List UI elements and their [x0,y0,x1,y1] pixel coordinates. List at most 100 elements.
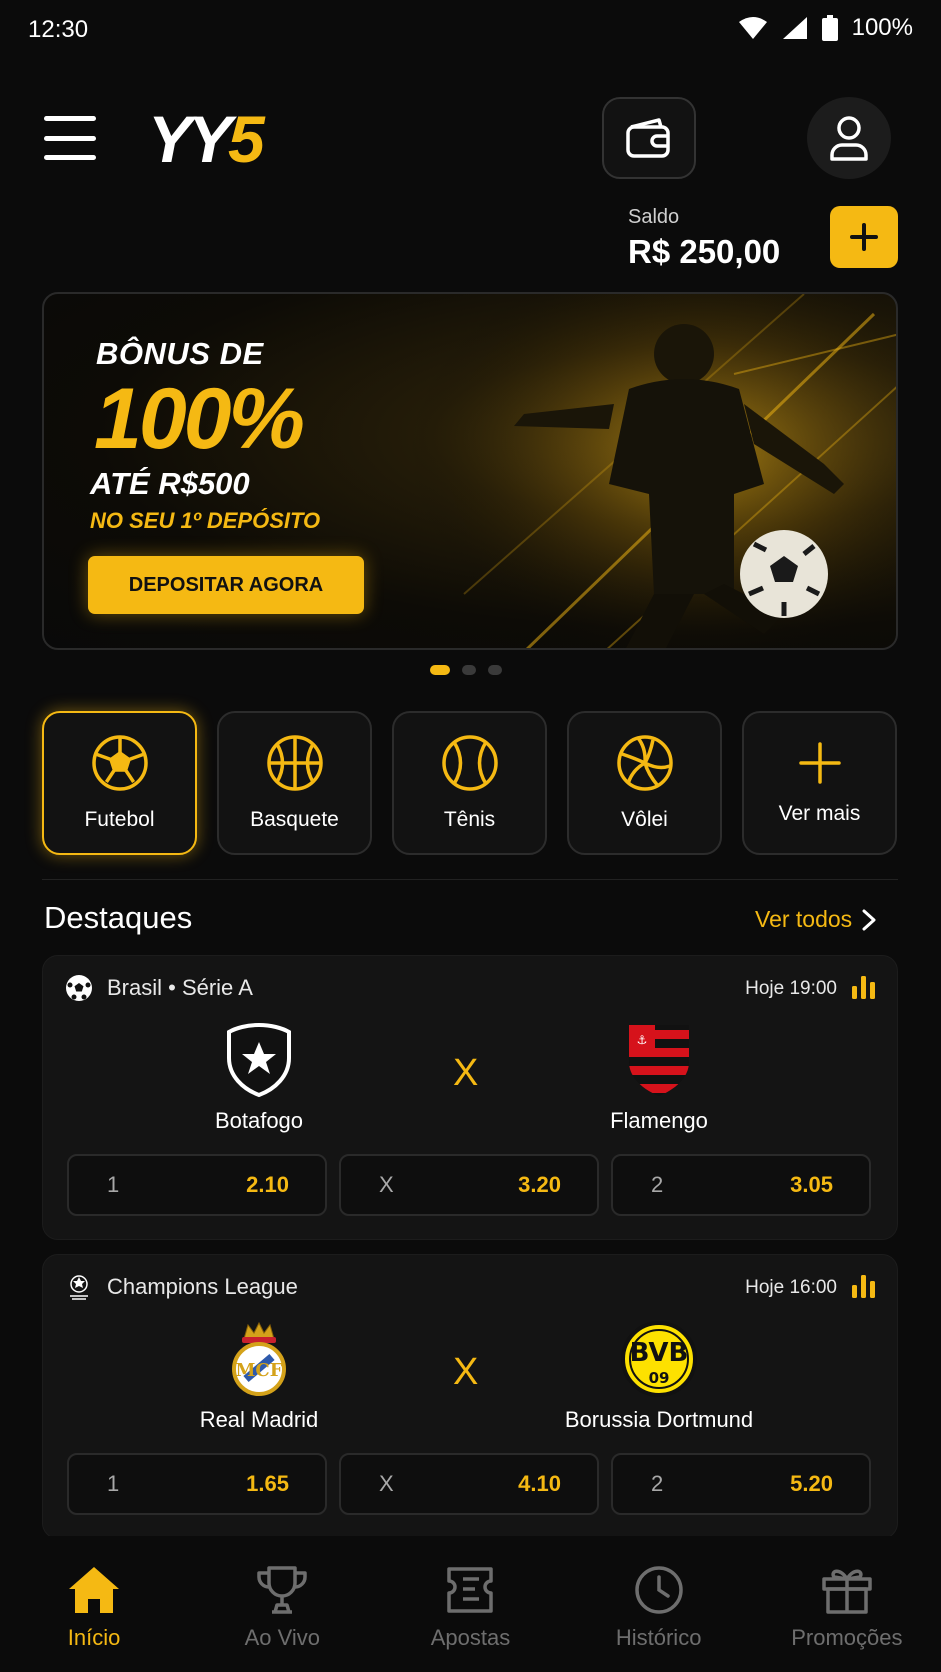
wallet-icon [626,118,670,158]
deposit-now-button[interactable]: DEPOSITAR AGORA [88,556,364,614]
gift-icon [822,1569,872,1614]
svg-text:MCF: MCF [235,1360,282,1381]
plus-icon [850,223,878,251]
nav-historico[interactable]: Histórico [574,1565,744,1651]
soccer-ball-icon [66,975,92,1001]
odd-value: 3.20 [518,1172,561,1197]
banner-headline: 100% [94,371,305,467]
league-name: Brasil • Série A [107,975,253,1000]
team-name: Real Madrid [199,1407,319,1432]
menu-line [44,155,96,160]
ticket-icon [447,1567,494,1613]
versus-label: X [453,1052,479,1094]
wifi-icon [738,17,767,39]
match-card[interactable]: Brasil • Série A Hoje 19:00 Botafogo X ⚓ [42,955,898,1240]
sport-tenis[interactable]: Tênis [392,711,547,855]
stats-icon[interactable] [851,1273,877,1299]
profile-button[interactable] [807,97,891,179]
real-madrid-crest-icon: MCF [232,1321,286,1396]
versus-label: X [453,1351,479,1393]
odd-key: X [379,1172,394,1197]
odd-button-draw[interactable]: X 4.10 [339,1453,599,1515]
tennis-ball-icon [441,735,498,791]
balance-value: R$ 250,00 [628,233,781,270]
sport-volei[interactable]: Vôlei [567,711,722,855]
home-icon [69,1567,120,1613]
carousel-dots [430,665,502,675]
odd-button-draw[interactable]: X 3.20 [339,1154,599,1216]
odd-key: 2 [651,1471,664,1496]
botafogo-crest-icon [227,1022,291,1098]
sport-ver-mais[interactable]: Ver mais [742,711,897,855]
promo-banner[interactable]: BÔNUS DE 100% ATÉ R$500 NO SEU 1º DEPÓSI… [42,292,898,650]
odd-button-home[interactable]: 1 2.10 [67,1154,327,1216]
league-name: Champions League [107,1274,298,1299]
sport-label: Ver mais [778,802,861,825]
soccer-ball-icon [91,735,148,791]
odd-value: 5.20 [790,1471,833,1496]
status-icons: 100% [738,14,913,42]
nav-promocoes[interactable]: Promoções [762,1565,932,1651]
odd-button-away[interactable]: 2 3.05 [611,1154,871,1216]
see-all-label: Ver todos [755,906,853,932]
odd-key: 1 [107,1172,120,1197]
app-logo[interactable]: YY5 [148,102,265,176]
sports-categories: Futebol Basquete Tênis Vôlei Ver mais [42,711,898,855]
sport-label: Vôlei [621,808,668,831]
league-header: Champions League [65,1273,298,1301]
odd-button-home[interactable]: 1 1.65 [67,1453,327,1515]
nav-label: Promoções [791,1625,903,1650]
signal-icon [782,17,807,39]
sport-label: Basquete [250,808,339,831]
nav-label: Apostas [430,1625,511,1650]
match-card[interactable]: Champions League Hoje 16:00 MCF Real Mad… [42,1254,898,1539]
svg-text:⚓: ⚓ [637,1033,648,1047]
menu-line [44,135,96,141]
section-title: Destaques [44,900,193,935]
volleyball-icon [616,735,673,791]
logo-text: YY [148,102,232,176]
banner-player-image [404,294,896,648]
odd-value: 4.10 [518,1471,561,1496]
nav-inicio[interactable]: Início [9,1565,179,1651]
wallet-button[interactable] [602,97,696,179]
home-team: Botafogo [119,1022,399,1134]
champions-league-icon [70,1275,88,1300]
league-header: Brasil • Série A [65,974,253,1002]
nav-apostas[interactable]: Apostas [385,1565,555,1651]
balance-label: Saldo [628,206,680,228]
trophy-icon [257,1566,308,1614]
team-name: Botafogo [214,1108,304,1133]
odds-row: 1 2.10 X 3.20 2 3.05 [67,1154,871,1216]
odd-key: 1 [107,1471,120,1496]
add-funds-button[interactable] [830,206,898,268]
odd-value: 1.65 [246,1471,289,1496]
menu-line [44,116,96,121]
battery-icon [821,15,838,41]
menu-button[interactable] [44,116,96,160]
match-time: Hoje 16:00 [745,1277,837,1298]
sport-label: Tênis [443,808,496,831]
odd-value: 2.10 [246,1172,289,1197]
carousel-dot[interactable] [462,665,476,675]
nav-label: Ao Vivo [244,1625,320,1650]
away-team: BVB 09 Borussia Dortmund [519,1321,799,1433]
plus-icon [798,742,841,784]
basketball-icon [266,735,323,791]
section-divider [42,879,898,880]
bottom-navigation: Início Ao Vivo Apostas Histórico Promoçõ… [0,1536,941,1672]
odd-button-away[interactable]: 2 5.20 [611,1453,871,1515]
sport-basquete[interactable]: Basquete [217,711,372,855]
user-icon [830,116,868,161]
nav-label: Início [67,1625,121,1650]
see-all-link[interactable]: Ver todos [755,906,876,933]
home-team: MCF Real Madrid [119,1321,399,1433]
status-time: 12:30 [28,16,89,43]
away-team: ⚓ Flamengo [519,1022,799,1134]
team-name: Flamengo [610,1108,708,1133]
stats-icon[interactable] [851,974,877,1000]
sport-futebol[interactable]: Futebol [42,711,197,855]
carousel-dot-active[interactable] [430,665,450,675]
carousel-dot[interactable] [488,665,502,675]
nav-ao-vivo[interactable]: Ao Vivo [197,1565,367,1651]
